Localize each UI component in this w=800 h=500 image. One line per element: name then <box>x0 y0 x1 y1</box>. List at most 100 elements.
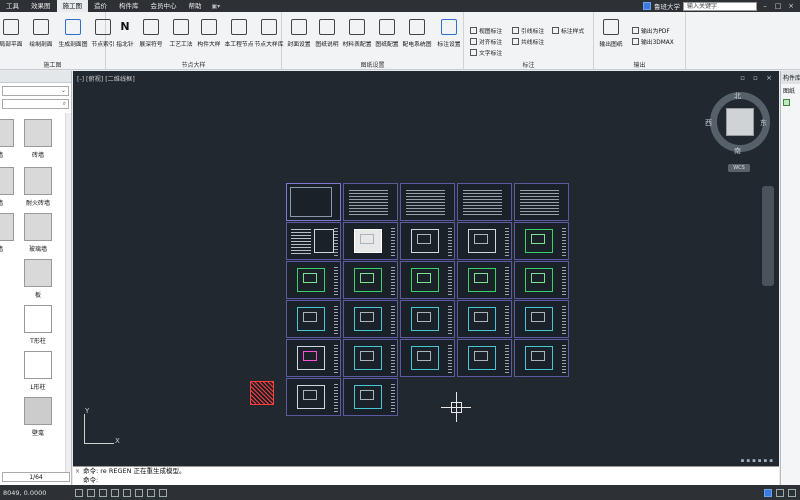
component-tile[interactable]: T形柱 <box>24 305 52 345</box>
drawing-sheet[interactable] <box>514 183 569 221</box>
export-pdf-button[interactable]: 输出为PDF <box>632 26 670 35</box>
snap-toggle-icon[interactable] <box>87 488 95 497</box>
panel-scrollbar[interactable] <box>65 113 71 473</box>
user-name[interactable]: 鲁班大学 <box>654 1 680 11</box>
align-label-button[interactable]: 对齐标注 <box>470 37 502 46</box>
label-style-button[interactable]: 标注样式 <box>552 26 584 35</box>
menu-overflow-icon[interactable]: ▣▾ <box>208 3 225 10</box>
page-indicator[interactable]: 1/64 <box>2 472 70 482</box>
wcs-button[interactable]: WCS <box>728 164 750 172</box>
component-tile[interactable]: 壁龛 <box>24 397 52 437</box>
drawing-sheet[interactable] <box>286 339 341 377</box>
drawing-sheet[interactable] <box>457 183 512 221</box>
collinear-label-button[interactable]: 共线标注 <box>512 37 544 46</box>
menu-rendering[interactable]: 效果图 <box>25 0 57 12</box>
drawing-sheet[interactable] <box>457 339 512 377</box>
drawing-sheet[interactable] <box>457 300 512 338</box>
drawing-sheet[interactable] <box>343 261 398 299</box>
fullscreen-icon[interactable] <box>788 488 796 497</box>
navigation-bar[interactable] <box>762 186 774 286</box>
component-tile[interactable]: 砖墙 <box>24 119 52 159</box>
minimize-icon[interactable]: – <box>760 2 770 10</box>
otrack-toggle-icon[interactable] <box>135 488 143 497</box>
drawing-sheet[interactable] <box>343 300 398 338</box>
component-tile[interactable]: 墙 <box>0 167 14 207</box>
component-tile[interactable]: L形柱 <box>24 351 52 391</box>
drawing-sheet[interactable] <box>343 222 398 260</box>
annotation-settings-button[interactable]: 标注设置 <box>432 15 466 55</box>
drawing-sheet[interactable] <box>514 261 569 299</box>
component-tile[interactable]: 耐火砖墙 <box>24 167 52 207</box>
drawing-sheet[interactable] <box>457 222 512 260</box>
search-input[interactable]: 输入关键字 <box>683 1 757 11</box>
sheet-config-button[interactable]: 图纸配置 <box>370 15 404 55</box>
osnap-toggle-icon[interactable] <box>123 488 131 497</box>
model-toggle-icon[interactable] <box>159 488 167 497</box>
drawing-sheet[interactable] <box>457 261 512 299</box>
component-tile[interactable]: 墙 <box>0 119 14 159</box>
drawing-sheet[interactable] <box>286 378 341 416</box>
close-icon[interactable]: × <box>75 468 80 475</box>
draw-section-button[interactable]: 绘制剖面 <box>24 15 58 55</box>
drawing-sheet[interactable] <box>286 222 341 260</box>
depth-symbol-button[interactable]: 展深符号 <box>134 15 168 55</box>
drawing-sheet[interactable] <box>343 183 398 221</box>
lineweight-toggle-icon[interactable] <box>147 488 155 497</box>
generate-section-button[interactable]: 生成剖面图 <box>56 15 90 55</box>
leader-label-button[interactable]: 引线标注 <box>512 26 544 35</box>
category-select[interactable]: ⌄ <box>2 86 69 96</box>
component-tile[interactable]: 玻璃墙 <box>24 213 52 253</box>
drawing-sheet[interactable] <box>514 339 569 377</box>
menu-cost[interactable]: 造价 <box>88 0 113 12</box>
component-tile[interactable]: 墙 <box>0 213 14 253</box>
drawing-sheet[interactable] <box>286 300 341 338</box>
component-tile[interactable]: 板 <box>24 259 52 299</box>
drawing-sheet[interactable] <box>400 339 455 377</box>
ortho-toggle-icon[interactable] <box>99 488 107 497</box>
export-sheets-button[interactable]: 输出图纸 <box>594 15 628 55</box>
tree-checkbox[interactable] <box>783 99 790 106</box>
power-system-button[interactable]: 配电系统图 <box>400 15 434 55</box>
tree-label[interactable]: 图纸 <box>781 84 800 97</box>
menu-component-library[interactable]: 构件库 <box>113 0 145 12</box>
menu-tools[interactable]: 工具 <box>0 0 25 12</box>
view-label[interactable]: [-] [俯视] [二维线框] <box>77 74 135 83</box>
workspace-icon[interactable] <box>764 488 772 497</box>
panel-search-input[interactable]: ⌕ <box>2 99 69 109</box>
drawing-sheet[interactable] <box>343 339 398 377</box>
material-table-button[interactable]: 材料表配置 <box>340 15 374 55</box>
component-detail-button[interactable]: 构件大样 <box>192 15 226 55</box>
polar-toggle-icon[interactable] <box>111 488 119 497</box>
drawing-sheet[interactable] <box>286 261 341 299</box>
drawing-canvas[interactable]: [-] [俯视] [二维线框] ▫ ▫ × 北 南 东 西 WCS Y X ▪▪… <box>73 71 779 466</box>
menu-help[interactable]: 帮助 <box>183 0 208 12</box>
grid-toggle-icon[interactable] <box>75 488 83 497</box>
menu-membership[interactable]: 会员中心 <box>145 0 183 12</box>
maximize-icon[interactable]: □ <box>773 2 783 10</box>
drawing-sheet[interactable] <box>400 222 455 260</box>
drawing-sheet[interactable] <box>514 300 569 338</box>
lock-icon[interactable] <box>776 488 784 497</box>
right-panel-title[interactable]: 构件库 <box>781 71 800 84</box>
drawing-sheet[interactable] <box>400 183 455 221</box>
drawing-sheet[interactable] <box>400 261 455 299</box>
export-3dmax-button[interactable]: 输出3DMAX <box>632 37 674 46</box>
view-label-button[interactable]: 视图标注 <box>470 26 502 35</box>
crosshair-box <box>451 402 462 413</box>
red-sheet-thumbnail[interactable] <box>250 381 274 405</box>
drawing-sheet[interactable] <box>514 222 569 260</box>
viewcube-face[interactable] <box>726 108 754 136</box>
project-node-button[interactable]: 本工程节点 <box>222 15 256 55</box>
text-label-button[interactable]: 文字标注 <box>470 48 502 57</box>
sheet-notes-button[interactable]: 图纸说明 <box>310 15 344 55</box>
menu-construction[interactable]: 施工图 <box>56 0 88 12</box>
node-library-button[interactable]: 节点大样库 <box>252 15 286 55</box>
close-icon[interactable]: × <box>786 2 796 10</box>
drawing-sheet[interactable] <box>343 378 398 416</box>
viewport-controls[interactable]: ▫ ▫ × <box>740 74 775 82</box>
canvas-status-icons[interactable]: ▪▪▪▪▪▪ <box>741 458 775 464</box>
command-line[interactable]: × 命令: re REGEN 正在重生成模型。 命令: <box>73 466 779 485</box>
command-input[interactable]: 命令: <box>73 476 779 485</box>
drawing-sheet[interactable] <box>286 183 341 221</box>
drawing-sheet[interactable] <box>400 300 455 338</box>
